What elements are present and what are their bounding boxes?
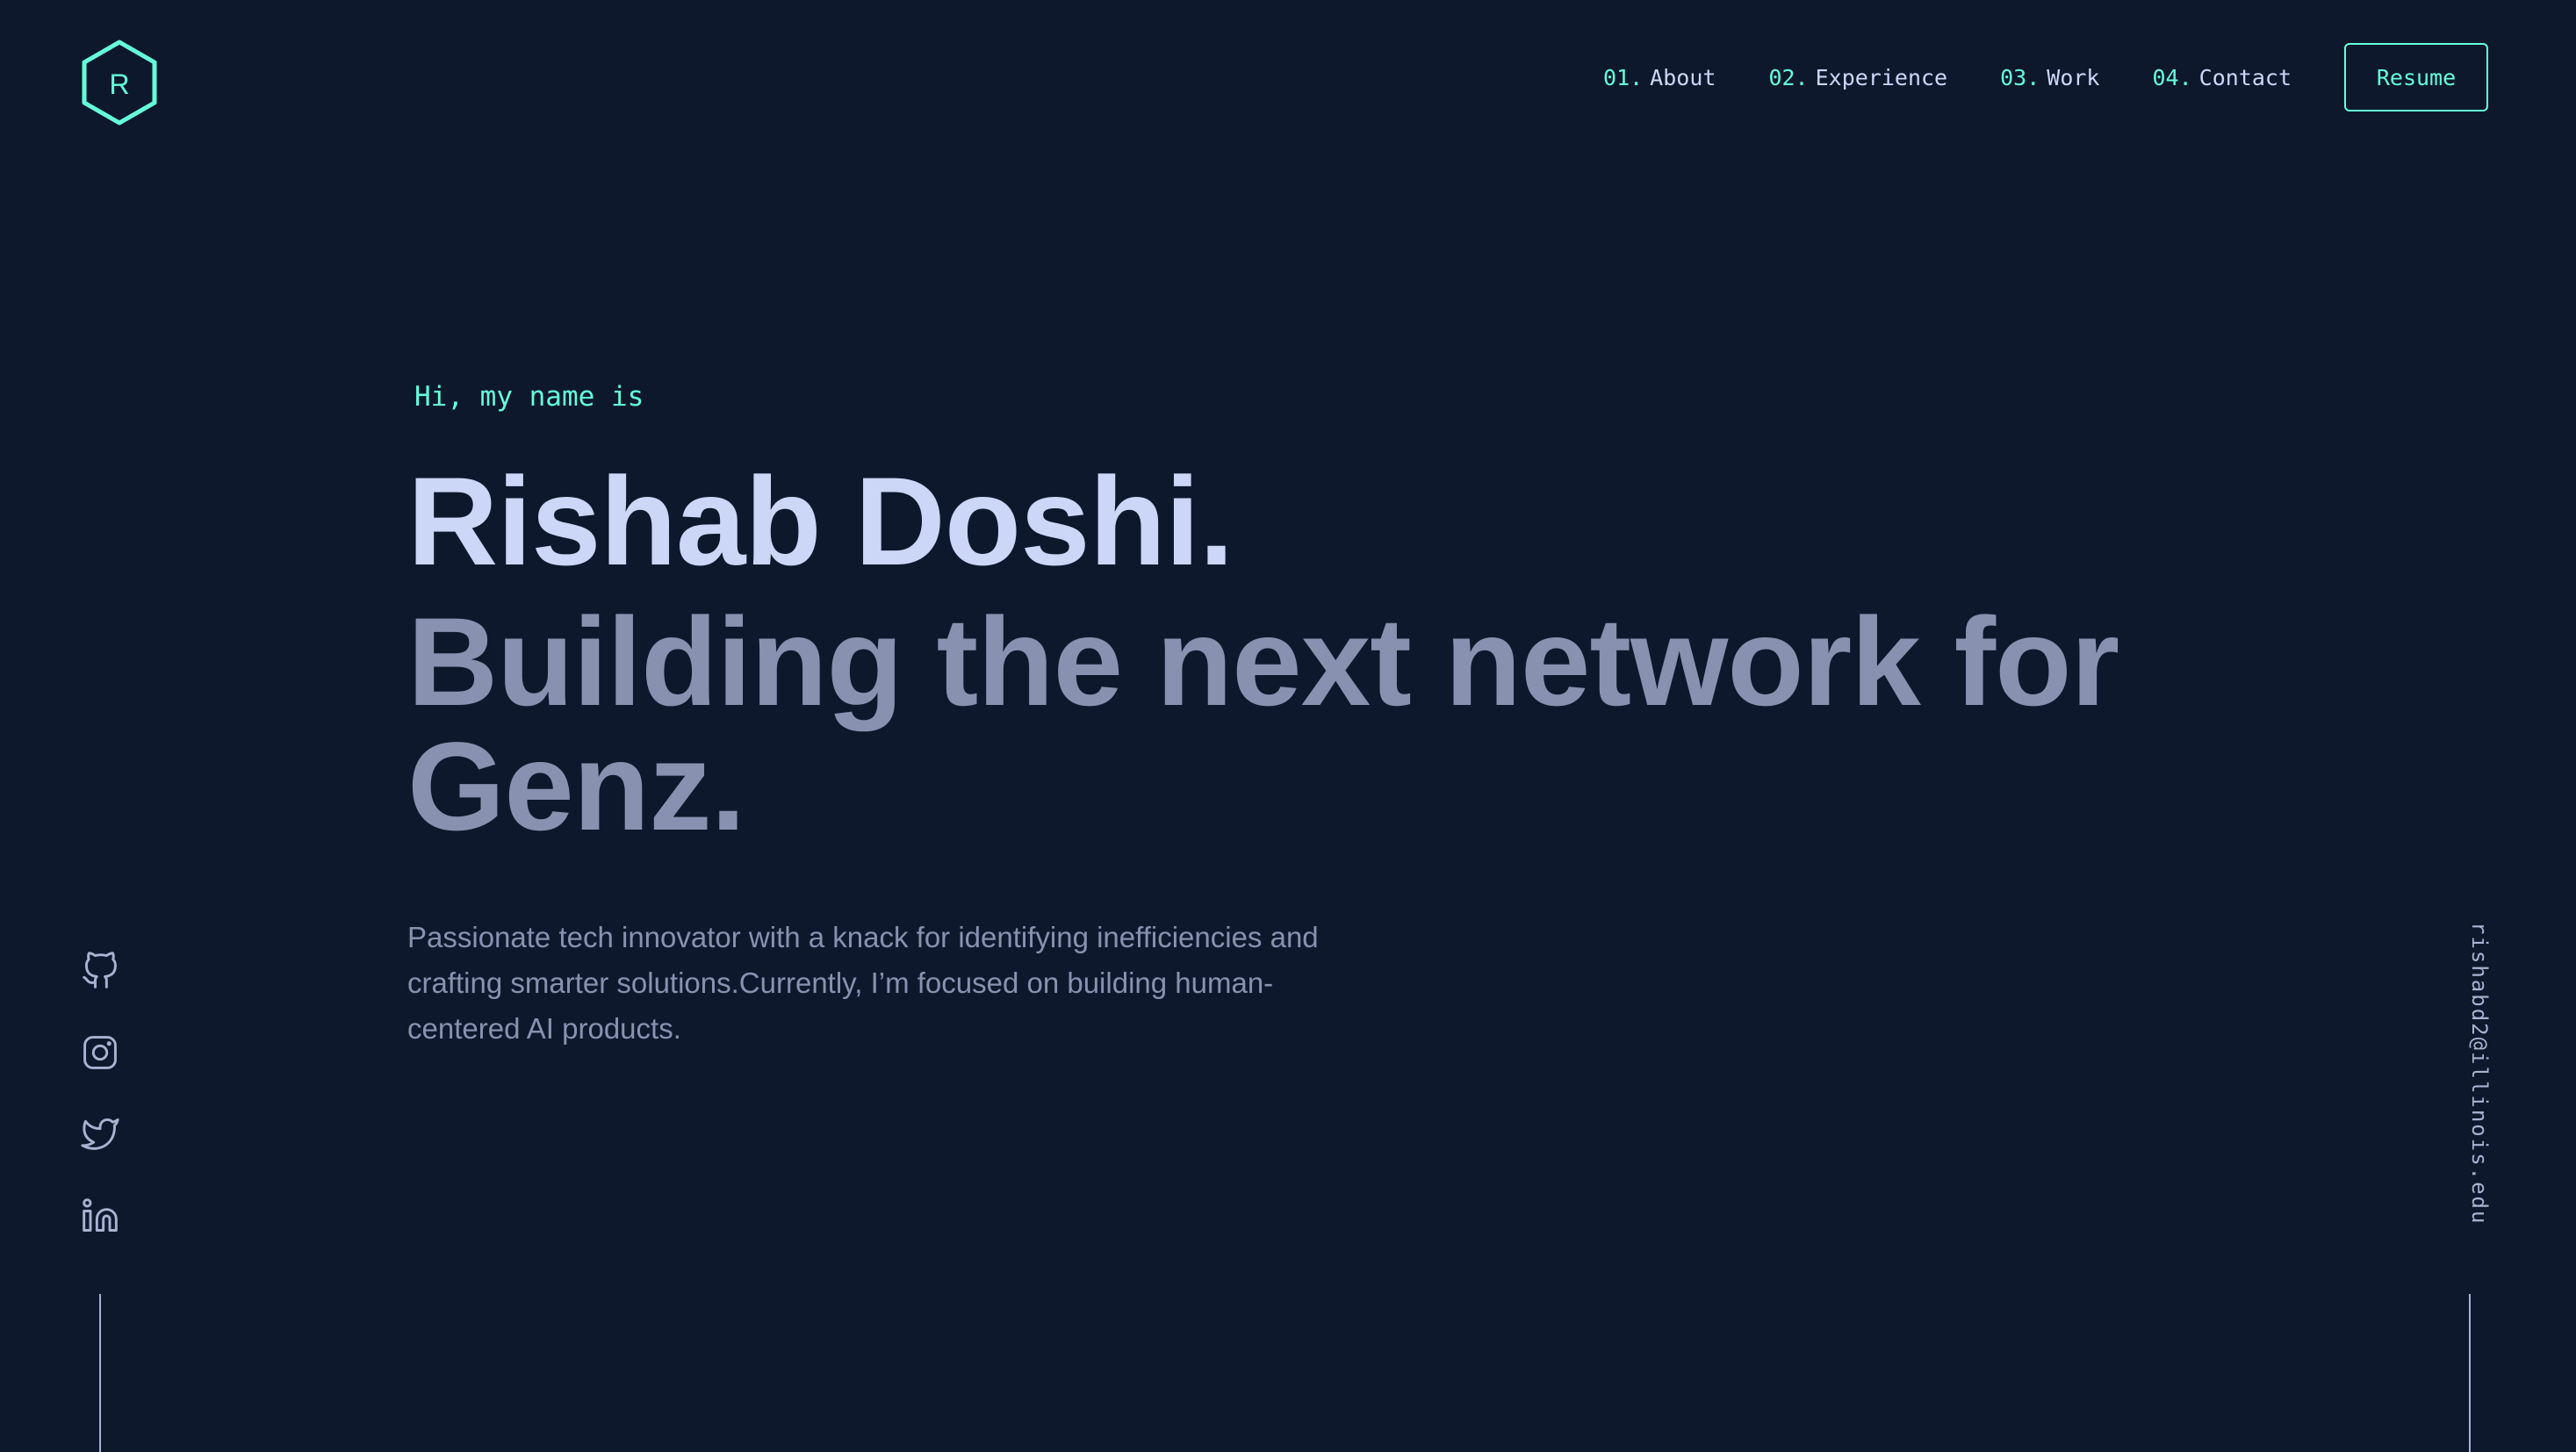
hero-greeting: Hi, my name is	[414, 381, 644, 413]
instagram-link[interactable]	[81, 1033, 119, 1072]
logo-letter: R	[109, 68, 129, 100]
twitter-link[interactable]	[81, 1115, 119, 1154]
nav-number: 02.	[1768, 64, 1809, 90]
main-nav: 01. About 02. Experience 03. Work 04. Contac…	[1603, 42, 2488, 112]
hero-bio: Passionate tech innovator with a knack f…	[407, 921, 1319, 1045]
nav-label: Experience	[1815, 64, 1948, 90]
nav-number: 04.	[2152, 64, 2192, 90]
nav-label: Contact	[2198, 64, 2292, 90]
nav-item-experience[interactable]: 02. Experience	[1768, 65, 1947, 90]
twitter-icon	[81, 1118, 119, 1150]
linkedin-icon	[83, 1198, 118, 1232]
email-link[interactable]: rishabd2@illinois.edu	[2450, 922, 2492, 1247]
hexagon-logo-icon: R	[82, 40, 157, 126]
resume-button[interactable]: Resume	[2344, 43, 2488, 111]
linkedin-link[interactable]	[81, 1197, 119, 1235]
hero-tagline: Building the next network for Genz.	[407, 593, 2119, 857]
nav-item-work[interactable]: 03. Work	[2000, 65, 2099, 90]
github-icon	[83, 952, 117, 988]
github-link[interactable]	[81, 952, 119, 990]
social-links	[77, 952, 123, 1278]
instagram-icon	[83, 1036, 117, 1069]
logo-link[interactable]: R	[79, 39, 160, 126]
nav-number: 03.	[2000, 64, 2040, 90]
hero-name: Rishab Doshi.	[407, 452, 1234, 592]
nav-number: 01.	[1603, 64, 1644, 90]
left-divider-line	[99, 1294, 101, 1452]
nav-item-about[interactable]: 01. About	[1603, 65, 1716, 90]
nav-label: Work	[2047, 64, 2100, 90]
nav-item-contact[interactable]: 04. Contact	[2152, 65, 2292, 90]
nav-label: About	[1650, 64, 1716, 90]
right-divider-line	[2469, 1294, 2471, 1452]
